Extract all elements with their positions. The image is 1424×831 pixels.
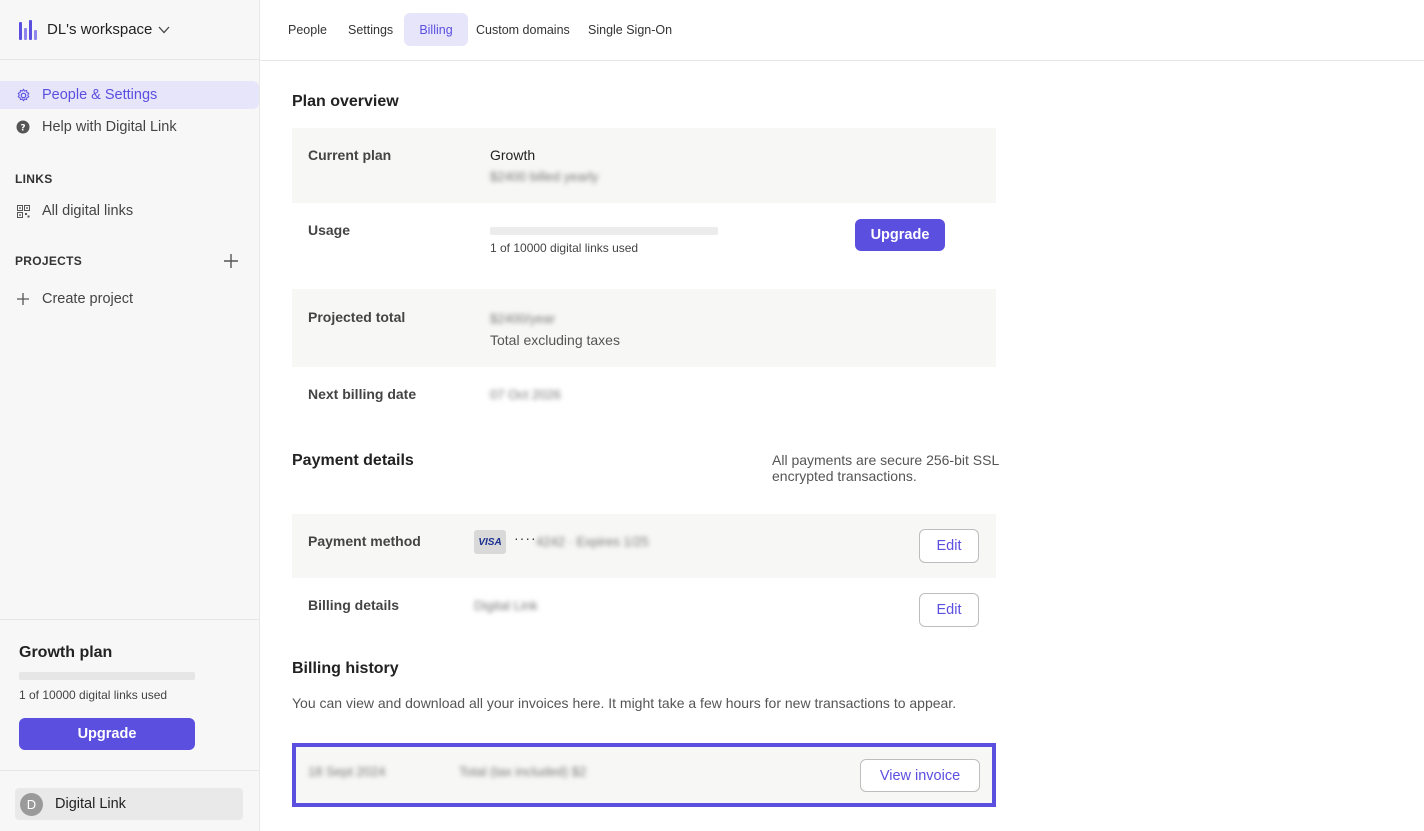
links-section-heading: LINKS	[15, 172, 53, 186]
sidebar-item-help[interactable]: ? Help with Digital Link	[0, 113, 259, 141]
billing-details-row: Billing details Digital Link Edit	[292, 578, 996, 642]
current-plan-row: Current plan Growth $2400 billed yearly	[292, 128, 996, 203]
qr-code-icon	[15, 203, 31, 219]
payment-method-label: Payment method	[308, 533, 421, 549]
projected-total-label: Projected total	[308, 309, 406, 325]
current-plan-value: Growth	[490, 147, 536, 163]
add-project-plus-icon[interactable]	[222, 252, 240, 270]
tab-people[interactable]: People	[280, 13, 335, 46]
tab-settings[interactable]: Settings	[340, 13, 401, 46]
sidebar-item-label: Create project	[42, 291, 134, 307]
upgrade-button[interactable]: Upgrade	[855, 219, 945, 251]
usage-text: 1 of 10000 digital links used	[490, 241, 639, 255]
billing-details-value: Digital Link	[474, 598, 538, 613]
settings-tabs: People Settings Billing Custom domains S…	[260, 0, 1424, 61]
payment-method-row: Payment method VISA ···· 4242 · Expires …	[292, 514, 996, 578]
tab-custom-domains[interactable]: Custom domains	[468, 13, 578, 46]
usage-row: Usage 1 of 10000 digital links used Upgr…	[292, 203, 996, 289]
projects-section-heading: PROJECTS	[15, 254, 83, 268]
invoice-row: 18 Sept 2024 Total (tax included) $2 Vie…	[292, 743, 996, 807]
brand-logo-icon	[19, 19, 37, 40]
user-name: Digital Link	[55, 796, 126, 812]
billing-history-description: You can view and download all your invoi…	[292, 695, 957, 711]
secure-payment-note: All payments are secure 256-bit SSL encr…	[772, 452, 999, 484]
invoice-total: Total (tax included) $2	[459, 764, 587, 779]
visa-card-icon: VISA	[474, 530, 506, 554]
plan-overview-heading: Plan overview	[292, 93, 399, 110]
chevron-down-icon	[158, 26, 170, 33]
plan-usage-text: 1 of 10000 digital links used	[19, 688, 168, 702]
plan-title: Growth plan	[19, 644, 113, 661]
sidebar: DL's workspace People & Settings ? Help …	[0, 0, 260, 831]
usage-label: Usage	[308, 222, 351, 238]
invoice-date: 18 Sept 2024	[308, 764, 386, 779]
user-menu[interactable]: D Digital Link	[15, 788, 243, 820]
sidebar-item-people-settings[interactable]: People & Settings	[0, 81, 259, 109]
workspace-switcher[interactable]: DL's workspace	[0, 0, 259, 60]
card-mask: ····	[514, 530, 537, 546]
plus-icon	[15, 291, 31, 307]
card-details: 4242 · Expires 1/25	[536, 534, 649, 549]
projected-total-row: Projected total $2400/year Total excludi…	[292, 289, 996, 367]
avatar: D	[20, 792, 43, 816]
workspace-name: DL's workspace	[47, 21, 153, 38]
edit-billing-details-button[interactable]: Edit	[919, 593, 979, 627]
sidebar-upgrade-button[interactable]: Upgrade	[19, 718, 195, 750]
app-root: DL's workspace People & Settings ? Help …	[0, 0, 1424, 831]
svg-text:?: ?	[20, 124, 25, 134]
sidebar-item-label: Help with Digital Link	[42, 119, 177, 135]
plan-usage-bar	[19, 672, 195, 680]
current-plan-price: $2400 billed yearly	[490, 169, 599, 184]
sidebar-item-all-links[interactable]: All digital links	[0, 197, 259, 225]
gear-icon	[15, 87, 31, 103]
view-invoice-button[interactable]: View invoice	[860, 759, 980, 792]
tab-billing[interactable]: Billing	[404, 13, 468, 46]
billing-history-heading: Billing history	[292, 660, 399, 677]
projected-total-value: $2400/year	[490, 311, 556, 326]
payment-details-heading: Payment details	[292, 452, 414, 469]
projected-total-note: Total excluding taxes	[490, 332, 620, 348]
next-billing-value: 07 Oct 2026	[490, 387, 561, 402]
help-circle-icon: ?	[15, 119, 31, 135]
sidebar-item-label: People & Settings	[42, 87, 158, 103]
next-billing-row: Next billing date 07 Oct 2026	[292, 367, 996, 421]
next-billing-label: Next billing date	[308, 386, 417, 402]
edit-payment-method-button[interactable]: Edit	[919, 529, 979, 563]
plan-summary: Growth plan 1 of 10000 digital links use…	[0, 619, 259, 771]
tab-single-sign-on[interactable]: Single Sign-On	[580, 13, 680, 46]
current-plan-label: Current plan	[308, 147, 392, 163]
billing-details-label: Billing details	[308, 597, 400, 613]
sidebar-item-create-project[interactable]: Create project	[0, 285, 259, 313]
usage-progress-bar	[490, 227, 718, 235]
sidebar-item-label: All digital links	[42, 203, 134, 219]
user-area: D Digital Link	[0, 770, 259, 831]
